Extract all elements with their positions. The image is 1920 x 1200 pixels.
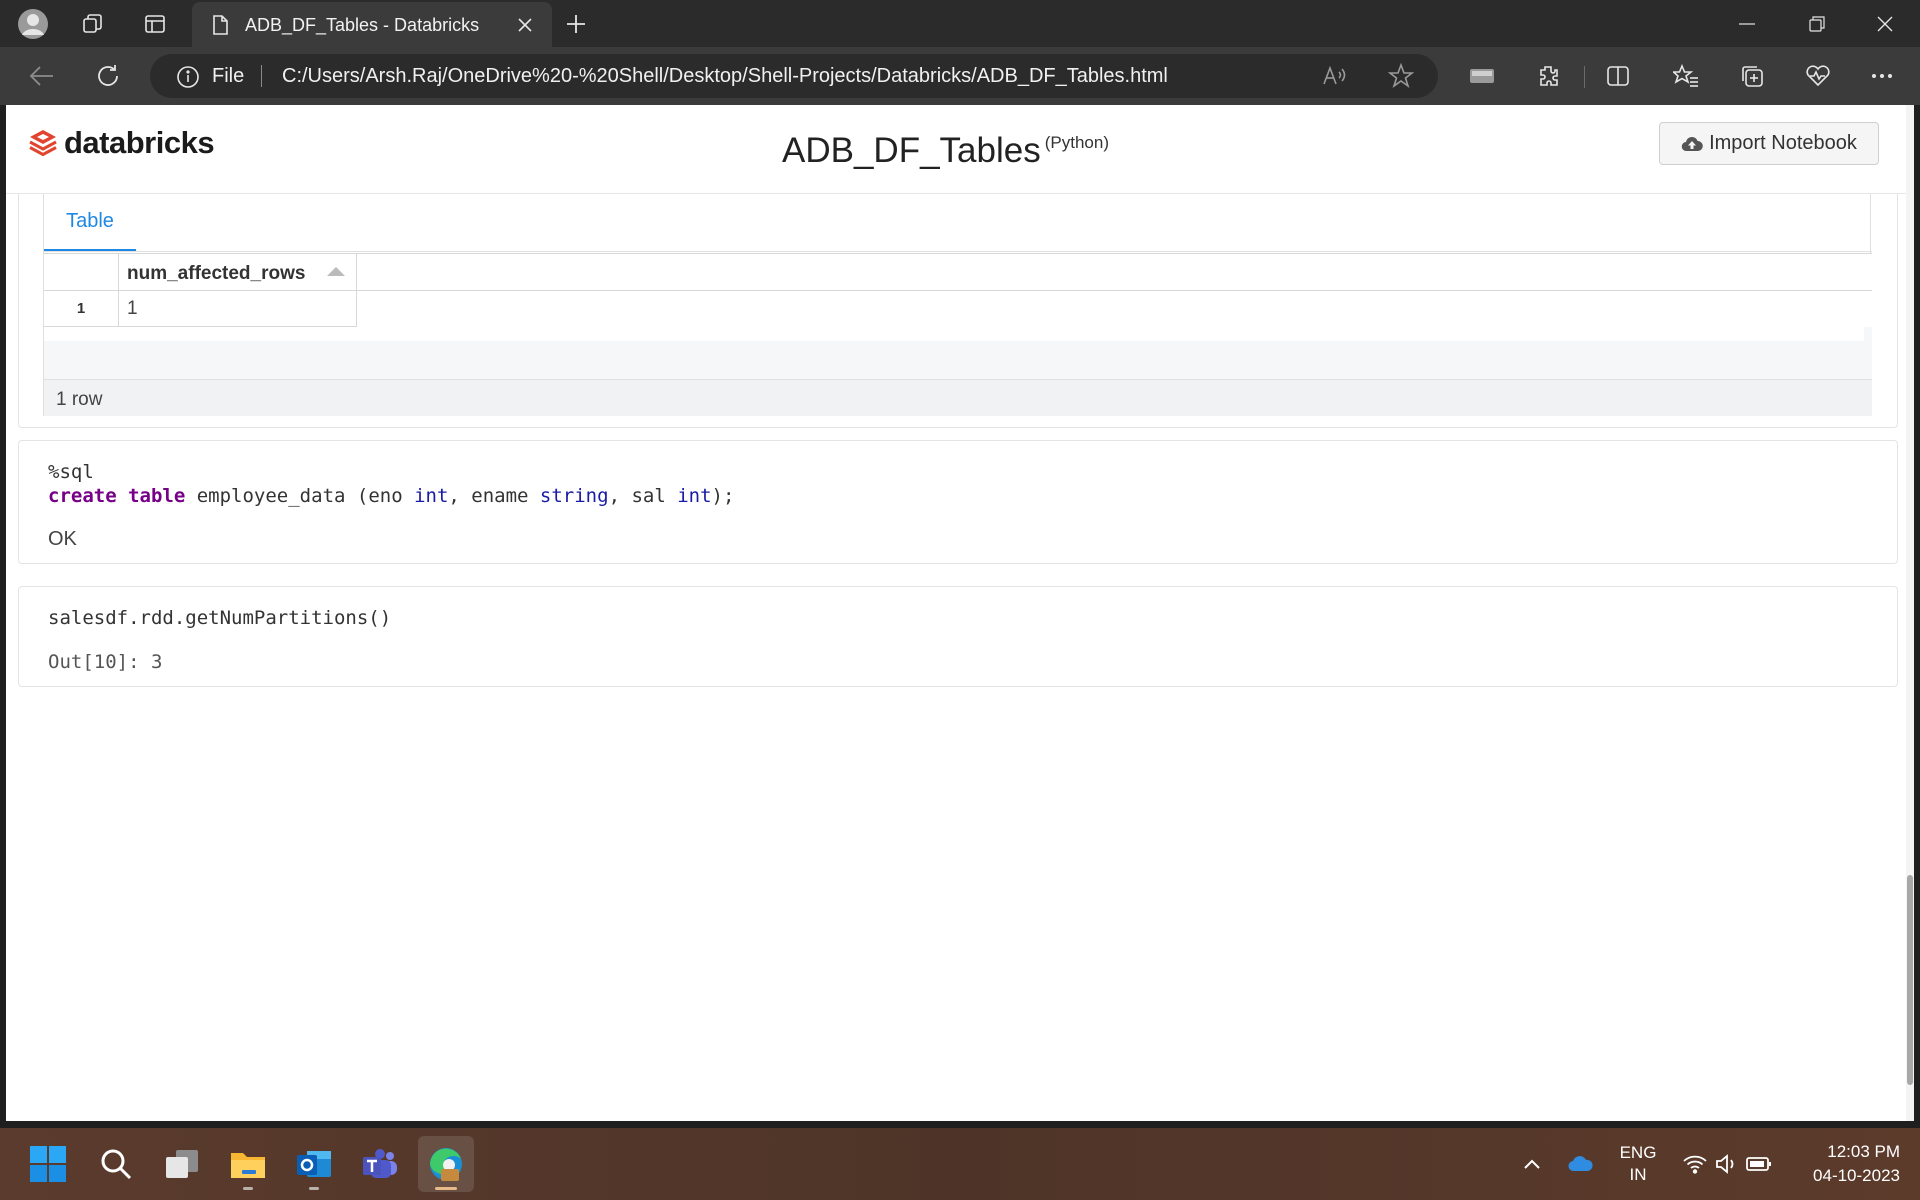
page-icon: [210, 14, 230, 41]
battery-icon[interactable]: [1744, 1128, 1774, 1200]
sql-text: , ename: [448, 485, 540, 507]
collections-icon[interactable]: [1732, 57, 1772, 95]
page-scrollbar[interactable]: [1906, 105, 1914, 1121]
sql-cell[interactable]: %sql create table employee_data (eno int…: [18, 440, 1898, 564]
extensions-icon[interactable]: [1528, 57, 1568, 95]
sql-keyword: table: [128, 485, 186, 507]
result-panel: Table num_affected_rows 1 1 1 row: [43, 194, 1872, 416]
clock-date: 04-10-2023: [1813, 1166, 1900, 1185]
sql-type: int: [414, 485, 449, 507]
notebook-title: ADB_DF_Tables (Python): [782, 131, 1109, 171]
info-icon[interactable]: [176, 65, 200, 94]
sql-text: , sal: [608, 485, 678, 507]
sql-keyword: create: [48, 485, 117, 507]
favorites-icon[interactable]: [1666, 57, 1706, 95]
sql-magic: %sql: [48, 461, 94, 483]
grid-spacer: [44, 327, 1864, 341]
split-screen-icon[interactable]: [1598, 57, 1638, 95]
python-code-line: salesdf.rdd.getNumPartitions(): [48, 607, 392, 629]
table-cell[interactable]: 1: [119, 291, 357, 327]
sort-ascending-icon[interactable]: [327, 267, 345, 276]
row-count: 1 row: [44, 379, 1872, 416]
notebook-title-text: ADB_DF_Tables: [782, 131, 1041, 170]
onedrive-icon[interactable]: [1562, 1128, 1600, 1200]
url-text[interactable]: C:/Users/Arsh.Raj/OneDrive%20-%20Shell/D…: [282, 65, 1168, 88]
sql-text: );: [711, 485, 735, 507]
import-notebook-label: Import Notebook: [1709, 132, 1857, 154]
sql-type: int: [677, 485, 712, 507]
logo-text: databricks: [64, 125, 215, 160]
task-view-icon[interactable]: [154, 1136, 210, 1192]
scheme-label: File: [212, 65, 245, 87]
python-output: Out[10]: 3: [48, 651, 163, 673]
browser-toolbar: File C:/Users/Arsh.Raj/OneDrive%20-%20Sh…: [0, 47, 1920, 105]
python-cell[interactable]: salesdf.rdd.getNumPartitions() Out[10]: …: [18, 586, 1898, 687]
import-notebook-button[interactable]: Import Notebook: [1659, 122, 1879, 165]
file-explorer-icon[interactable]: [220, 1136, 276, 1192]
edge-browser-icon[interactable]: [418, 1136, 474, 1192]
page-viewport: Table num_affected_rows 1 1 1 row %sql c…: [6, 105, 1914, 1121]
close-window-icon[interactable]: [1850, 0, 1920, 47]
scrollbar-thumb[interactable]: [1907, 875, 1913, 1085]
browser-tab-strip: ADB_DF_Tables - Databricks: [0, 0, 1920, 47]
language-code: ENG: [1619, 1143, 1657, 1162]
active-tab[interactable]: ADB_DF_Tables - Databricks: [192, 2, 552, 47]
row-filler: [357, 291, 1872, 327]
volume-icon[interactable]: [1712, 1128, 1742, 1200]
toolbar-divider: [1584, 66, 1585, 88]
windows-taskbar: ENG IN 12:03 PM 04-10-2023: [0, 1128, 1920, 1200]
windows-logo-icon: [30, 1146, 66, 1182]
restore-icon[interactable]: [1782, 0, 1852, 47]
refresh-icon[interactable]: [88, 57, 128, 95]
minimize-icon[interactable]: [1712, 0, 1782, 47]
address-separator: [261, 65, 262, 87]
start-button[interactable]: [20, 1136, 76, 1192]
favorite-star-icon[interactable]: [1387, 62, 1415, 94]
result-table: num_affected_rows 1 1: [44, 253, 1872, 379]
new-tab-icon[interactable]: [556, 6, 596, 42]
vertical-tabs-icon[interactable]: [136, 6, 174, 42]
search-icon[interactable]: [88, 1136, 144, 1192]
notebook-language: (Python): [1044, 133, 1109, 152]
read-aloud-icon[interactable]: [1322, 64, 1348, 93]
sql-code-line: create table employee_data (eno int, ena…: [48, 485, 734, 507]
tab-table[interactable]: Table: [44, 194, 136, 252]
databricks-logo[interactable]: databricks: [28, 125, 215, 161]
table-corner-cell: [44, 254, 119, 291]
teams-icon[interactable]: [352, 1136, 408, 1192]
tab-underline: [44, 251, 1872, 252]
running-indicator: [309, 1187, 319, 1190]
more-menu-icon[interactable]: [1862, 57, 1902, 95]
sql-type: string: [539, 485, 609, 507]
outlook-icon[interactable]: [286, 1136, 342, 1192]
databricks-logo-icon: [29, 130, 57, 157]
result-cell: Table num_affected_rows 1 1 1 row: [18, 194, 1898, 428]
address-bar[interactable]: File C:/Users/Arsh.Raj/OneDrive%20-%20Sh…: [150, 54, 1438, 98]
show-hidden-icons-chevron-icon[interactable]: [1516, 1128, 1548, 1200]
input-language[interactable]: ENG IN: [1612, 1142, 1664, 1186]
workspaces-icon[interactable]: [74, 6, 112, 42]
row-index: 1: [44, 291, 119, 327]
cloud-upload-icon: [1681, 136, 1703, 151]
clock-time: 12:03 PM: [1827, 1142, 1900, 1161]
column-header-label: num_affected_rows: [127, 263, 306, 284]
tab-title: ADB_DF_Tables - Databricks: [245, 15, 480, 35]
region-code: IN: [1629, 1165, 1647, 1184]
column-header[interactable]: num_affected_rows: [119, 254, 357, 291]
notebook-header: databricks ADB_DF_Tables (Python) Import …: [6, 105, 1914, 194]
header-filler: [357, 254, 1872, 291]
extension-tile-icon[interactable]: [1462, 57, 1502, 95]
sql-output: OK: [48, 528, 77, 550]
wifi-icon[interactable]: [1680, 1128, 1710, 1200]
system-clock[interactable]: 12:03 PM 04-10-2023: [1790, 1140, 1900, 1188]
back-icon[interactable]: [22, 57, 62, 95]
profile-avatar-icon[interactable]: [14, 6, 52, 42]
running-indicator: [243, 1187, 253, 1190]
close-tab-icon[interactable]: [512, 12, 538, 38]
browser-essentials-icon[interactable]: [1798, 57, 1838, 95]
sql-text: employee_data (eno: [185, 485, 415, 507]
active-indicator: [435, 1187, 457, 1190]
